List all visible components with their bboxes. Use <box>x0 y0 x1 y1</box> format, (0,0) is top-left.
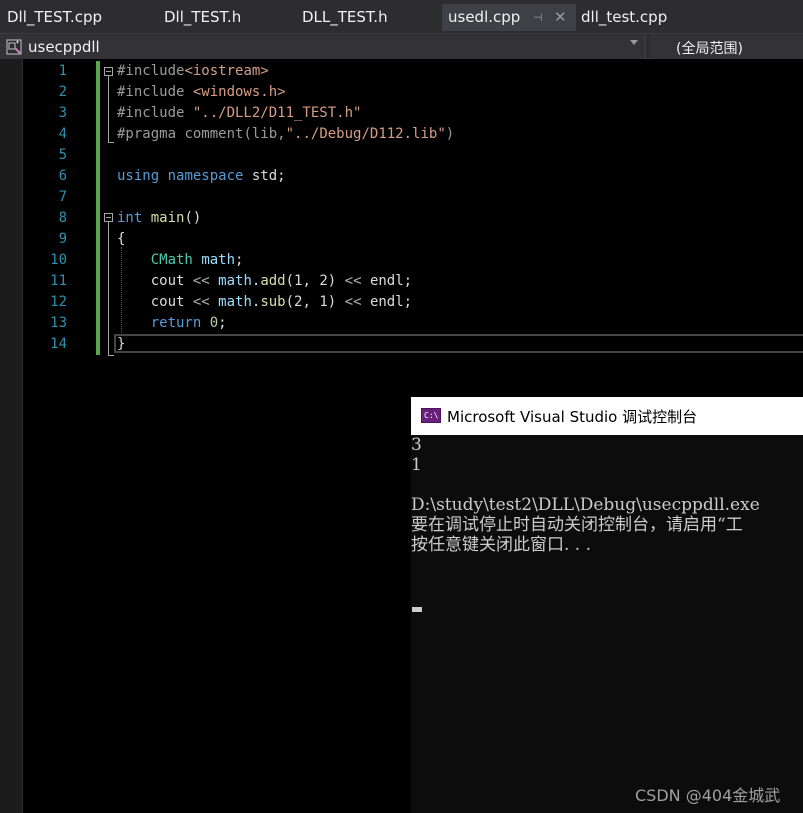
line-number: 3 <box>58 105 67 121</box>
line-number: 9 <box>58 231 67 247</box>
console-line: D:\study\test2\DLL\Debug\usecppdll.exe <box>411 495 760 515</box>
console-output[interactable]: 3 1 D:\study\test2\DLL\Debug\usecppdll.e… <box>411 435 803 612</box>
chevron-down-icon <box>630 40 638 45</box>
project-dropdown[interactable]: usecppdll <box>0 35 646 59</box>
indicator-margin <box>0 59 23 813</box>
change-tracking-bar <box>96 61 100 355</box>
collapse-icon[interactable] <box>104 213 113 222</box>
console-line: 3 <box>411 435 422 455</box>
outline-end <box>108 355 114 356</box>
line-number: 1 <box>58 63 67 79</box>
line-number: 11 <box>50 273 67 289</box>
tab-dll-test-h[interactable]: Dll_TEST.h <box>164 4 241 31</box>
tab-dll-test-h-upper[interactable]: DLL_TEST.h <box>302 4 388 31</box>
outline-end <box>108 142 114 143</box>
tab-label: usedl.cpp <box>448 8 521 26</box>
code-lines: #include<iostream> #include <windows.h> … <box>117 61 454 355</box>
code-line-3: #include "../DLL2/D11_TEST.h" <box>117 105 362 121</box>
pin-icon[interactable]: ⊣ <box>533 4 543 31</box>
code-line-12: cout << math.sub(2, 1) << endl; <box>150 294 413 310</box>
console-app-icon: C:\ <box>421 408 441 423</box>
code-line-6: using namespace std; <box>117 168 286 184</box>
project-name: usecppdll <box>28 38 100 56</box>
line-number: 14 <box>50 336 67 352</box>
code-line-11: cout << math.add(1, 2) << endl; <box>150 273 413 289</box>
code-line-9: { <box>117 231 126 247</box>
line-number: 5 <box>58 147 67 163</box>
navigation-bar: usecppdll (全局范围) <box>0 33 803 59</box>
console-line: 要在调试停止时自动关闭控制台，请启用“工 <box>411 515 743 535</box>
line-number: 10 <box>50 252 67 268</box>
line-number: 6 <box>58 168 67 184</box>
code-line-8: int main() <box>117 210 202 226</box>
console-cursor <box>412 607 422 612</box>
code-line-1: #include<iostream> <box>117 63 269 79</box>
code-line-13: return 0; <box>150 315 227 331</box>
code-line-10: CMath math; <box>150 252 244 268</box>
console-line: 按任意键关闭此窗口. . . <box>411 535 592 555</box>
console-title-bar[interactable]: C:\ Microsoft Visual Studio 调试控制台 <box>411 397 803 435</box>
console-title: Microsoft Visual Studio 调试控制台 <box>447 408 698 426</box>
project-icon <box>6 39 22 55</box>
line-number: 13 <box>50 315 67 331</box>
outline-line <box>108 76 109 142</box>
close-icon[interactable]: ✕ <box>554 4 567 31</box>
code-line-14: } <box>117 336 126 352</box>
console-line: 1 <box>411 455 422 475</box>
line-number: 8 <box>58 210 67 226</box>
scope-dropdown[interactable]: (全局范围) <box>650 35 803 59</box>
debug-console-window[interactable]: C:\ Microsoft Visual Studio 调试控制台 3 1 D:… <box>411 397 803 813</box>
watermark: CSDN @404金城武 <box>635 786 781 805</box>
document-tab-strip: Dll_TEST.cpp Dll_TEST.h DLL_TEST.h usedl… <box>0 0 803 33</box>
line-number: 4 <box>58 126 67 142</box>
code-line-4: #pragma comment(lib,"../Debug/D112.lib") <box>117 126 455 142</box>
tab-dll-test-cpp-lower[interactable]: dll_test.cpp <box>581 4 667 31</box>
line-number: 12 <box>50 294 67 310</box>
outline-line <box>108 222 109 355</box>
scope-label: (全局范围) <box>676 41 743 57</box>
line-number-gutter: 1 2 3 4 5 6 7 8 9 10 11 12 13 14 <box>23 61 67 355</box>
tab-dll-test-cpp[interactable]: Dll_TEST.cpp <box>7 4 102 31</box>
line-number: 7 <box>58 189 67 205</box>
code-line-2: #include <windows.h> <box>117 84 286 100</box>
line-number: 2 <box>58 84 67 100</box>
collapse-icon[interactable] <box>104 67 113 76</box>
